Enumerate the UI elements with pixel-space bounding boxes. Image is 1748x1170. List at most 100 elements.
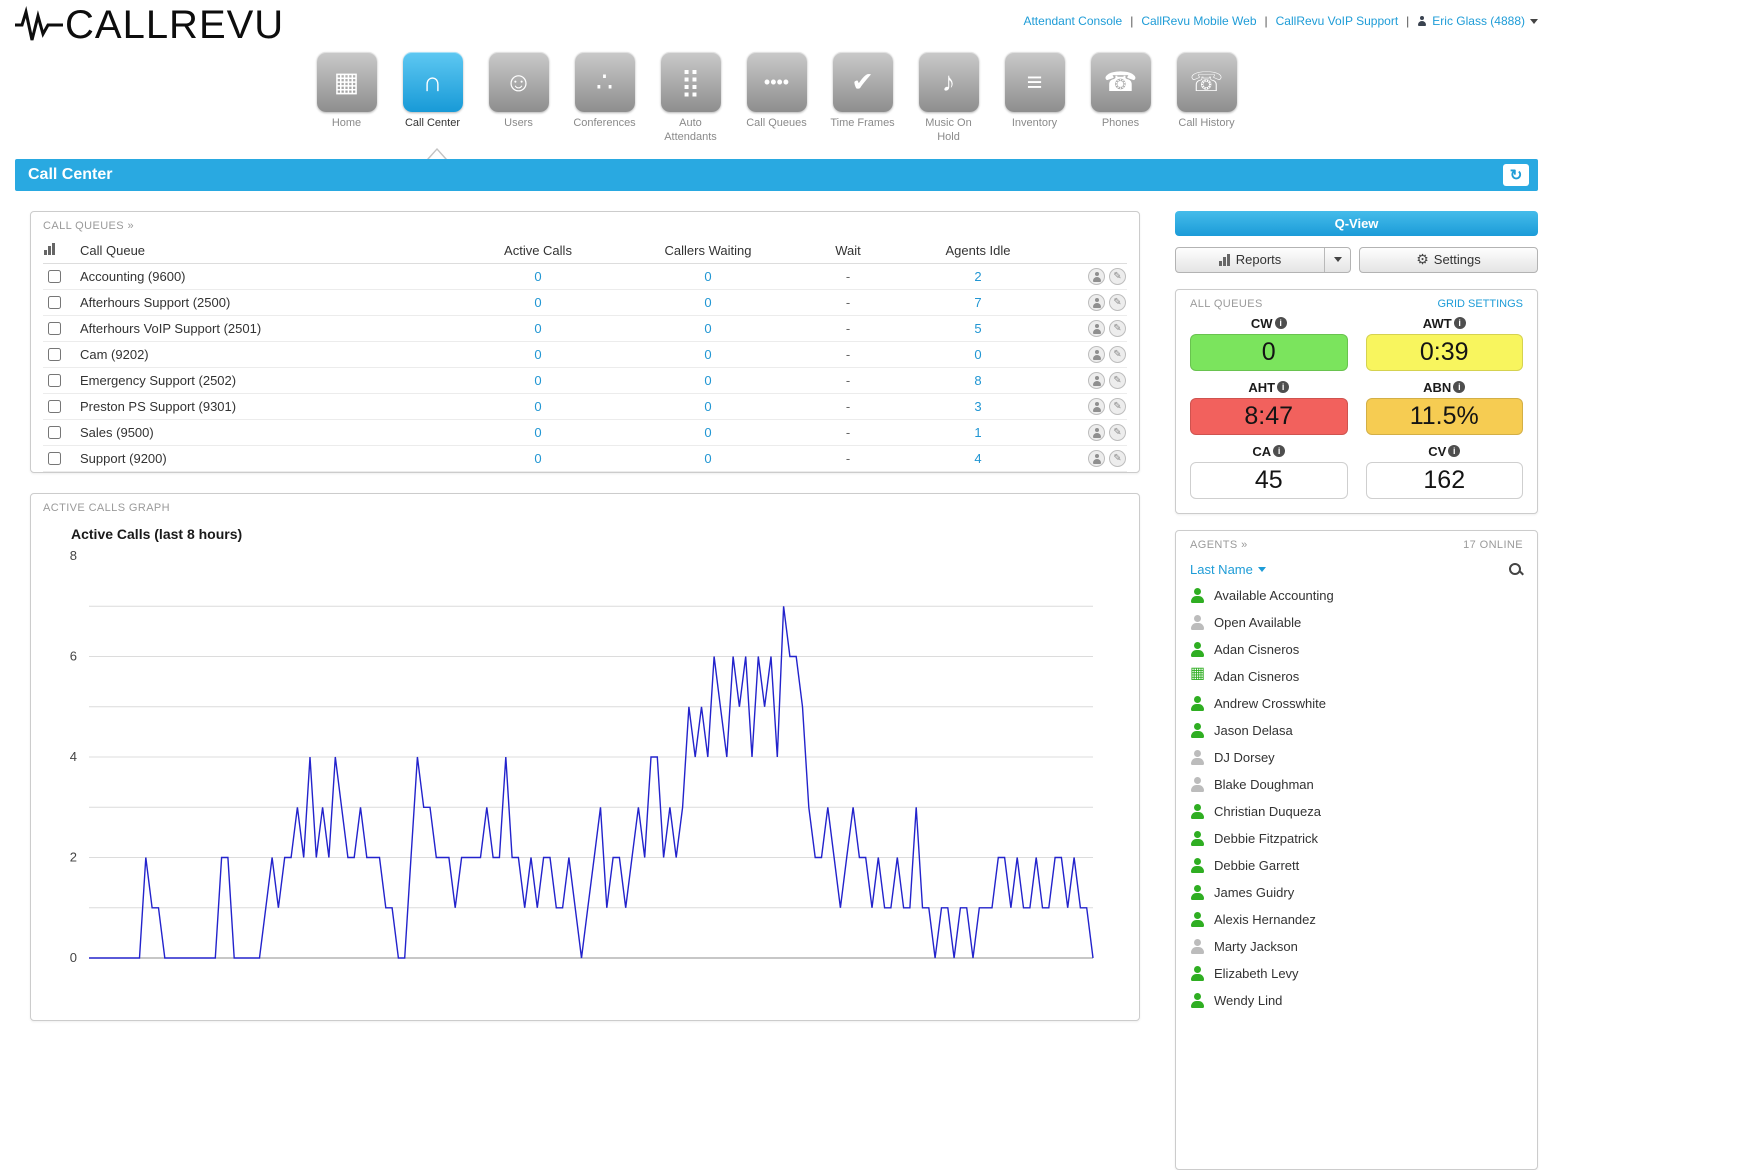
list-item[interactable]: Jason Delasa [1190, 717, 1523, 744]
nav-item-auto-attendants[interactable]: ⣿ Auto Attendants [656, 52, 726, 145]
agents-idle-value[interactable]: 1 [893, 419, 1063, 446]
table-row: Accounting (9600) 0 0 - 2 ✎ [43, 263, 1127, 290]
active-calls-value[interactable]: 0 [463, 419, 613, 446]
reports-dropdown[interactable] [1324, 247, 1350, 272]
callers-waiting-value[interactable]: 0 [613, 393, 803, 420]
list-item[interactable]: Adan Cisneros [1190, 636, 1523, 663]
callers-waiting-value[interactable]: 0 [613, 367, 803, 394]
agents-icon[interactable] [1088, 424, 1105, 442]
sort-by-last-name[interactable]: Last Name [1190, 562, 1266, 577]
list-item[interactable]: Open Available [1190, 609, 1523, 636]
agents-idle-value[interactable]: 2 [893, 263, 1063, 290]
settings-button[interactable]: ⚙ Settings [1359, 246, 1538, 273]
list-item[interactable]: Debbie Garrett [1190, 852, 1523, 879]
qview-button[interactable]: Q-View [1175, 210, 1538, 236]
agent-status-icon [1190, 749, 1205, 765]
agents-icon[interactable] [1088, 320, 1105, 338]
queue-checkbox[interactable] [48, 400, 61, 413]
nav-item-inventory[interactable]: ≡ Inventory [1000, 52, 1070, 145]
list-item[interactable]: James Guidry [1190, 879, 1523, 906]
col-active-calls: Active Calls [463, 237, 613, 264]
queue-checkbox[interactable] [48, 374, 61, 387]
info-icon[interactable] [1453, 381, 1466, 393]
list-item[interactable]: Blake Doughman [1190, 771, 1523, 798]
call-queues-panel-title[interactable]: CALL QUEUES » [43, 220, 1127, 232]
info-icon[interactable] [1453, 317, 1466, 329]
agents-idle-value[interactable]: 0 [893, 341, 1063, 368]
agents-idle-value[interactable]: 7 [893, 289, 1063, 316]
agents-icon[interactable] [1088, 268, 1105, 286]
edit-icon[interactable]: ✎ [1109, 450, 1126, 468]
list-item[interactable]: Alexis Hernandez [1190, 906, 1523, 933]
agents-icon[interactable] [1088, 398, 1105, 416]
reports-button[interactable]: Reports [1175, 246, 1351, 273]
agents-idle-value[interactable]: 5 [893, 315, 1063, 342]
edit-icon[interactable]: ✎ [1109, 424, 1126, 442]
active-calls-value[interactable]: 0 [463, 445, 613, 472]
edit-icon[interactable]: ✎ [1109, 294, 1126, 312]
active-calls-value[interactable]: 0 [463, 393, 613, 420]
callers-waiting-value[interactable]: 0 [613, 315, 803, 342]
link-voip-support[interactable]: CallRevu VoIP Support [1276, 14, 1399, 28]
agents-icon[interactable] [1088, 346, 1105, 364]
edit-icon[interactable]: ✎ [1109, 398, 1126, 416]
callers-waiting-value[interactable]: 0 [613, 341, 803, 368]
home-icon: ▦ [316, 52, 377, 112]
list-item[interactable]: Adan Cisneros [1190, 663, 1523, 690]
active-calls-value[interactable]: 0 [463, 367, 613, 394]
edit-icon[interactable]: ✎ [1109, 268, 1126, 286]
agents-idle-value[interactable]: 8 [893, 367, 1063, 394]
list-item[interactable]: Available Accounting [1190, 582, 1523, 609]
queue-checkbox[interactable] [48, 296, 61, 309]
list-item[interactable]: Elizabeth Levy [1190, 960, 1523, 987]
callers-waiting-value[interactable]: 0 [613, 445, 803, 472]
nav-item-conferences[interactable]: ∴ Conferences [570, 52, 640, 145]
queue-checkbox[interactable] [48, 270, 61, 283]
callers-waiting-value[interactable]: 0 [613, 289, 803, 316]
user-menu[interactable]: Eric Glass (4888) [1417, 14, 1538, 28]
nav-item-music-on-hold[interactable]: ♪ Music On Hold [914, 52, 984, 145]
edit-icon[interactable]: ✎ [1109, 320, 1126, 338]
nav-label: Phones [1101, 117, 1140, 129]
agents-icon[interactable] [1088, 294, 1105, 312]
queue-checkbox[interactable] [48, 322, 61, 335]
nav-item-phones[interactable]: ☎ Phones [1086, 52, 1156, 145]
nav-item-call-history[interactable]: ☏ Call History [1172, 52, 1242, 145]
edit-icon[interactable]: ✎ [1109, 346, 1126, 364]
active-calls-value[interactable]: 0 [463, 289, 613, 316]
search-icon[interactable] [1508, 562, 1523, 577]
nav-item-time-frames[interactable]: ✔ Time Frames [828, 52, 898, 145]
agents-title[interactable]: AGENTS » [1190, 539, 1248, 551]
edit-icon[interactable]: ✎ [1109, 372, 1126, 390]
callers-waiting-value[interactable]: 0 [613, 263, 803, 290]
nav-item-users[interactable]: ☺ Users [484, 52, 554, 145]
list-item[interactable]: Marty Jackson [1190, 933, 1523, 960]
queue-checkbox[interactable] [48, 452, 61, 465]
active-calls-value[interactable]: 0 [463, 341, 613, 368]
agents-idle-value[interactable]: 4 [893, 445, 1063, 472]
active-calls-value[interactable]: 0 [463, 315, 613, 342]
agents-idle-value[interactable]: 3 [893, 393, 1063, 420]
list-item[interactable]: Debbie Fitzpatrick [1190, 825, 1523, 852]
grid-settings-link[interactable]: GRID SETTINGS [1437, 298, 1523, 310]
link-mobile-web[interactable]: CallRevu Mobile Web [1141, 14, 1256, 28]
agents-icon[interactable] [1088, 372, 1105, 390]
nav-item-call-center[interactable]: ∩ Call Center [398, 52, 468, 145]
list-item[interactable]: Christian Duqueza [1190, 798, 1523, 825]
info-icon[interactable] [1448, 445, 1461, 457]
link-attendant-console[interactable]: Attendant Console [1023, 14, 1122, 28]
info-icon[interactable] [1277, 381, 1290, 393]
list-item[interactable]: Andrew Crosswhite [1190, 690, 1523, 717]
queue-checkbox[interactable] [48, 348, 61, 361]
agents-icon[interactable] [1088, 450, 1105, 468]
queue-checkbox[interactable] [48, 426, 61, 439]
nav-item-home[interactable]: ▦ Home [312, 52, 382, 145]
callers-waiting-value[interactable]: 0 [613, 419, 803, 446]
nav-item-call-queues[interactable]: •••• Call Queues [742, 52, 812, 145]
list-item[interactable]: DJ Dorsey [1190, 744, 1523, 771]
list-item[interactable]: Wendy Lind [1190, 987, 1523, 1014]
info-icon[interactable] [1273, 445, 1286, 457]
active-calls-value[interactable]: 0 [463, 263, 613, 290]
info-icon[interactable] [1274, 317, 1287, 329]
refresh-button[interactable]: ↻ [1503, 163, 1529, 186]
